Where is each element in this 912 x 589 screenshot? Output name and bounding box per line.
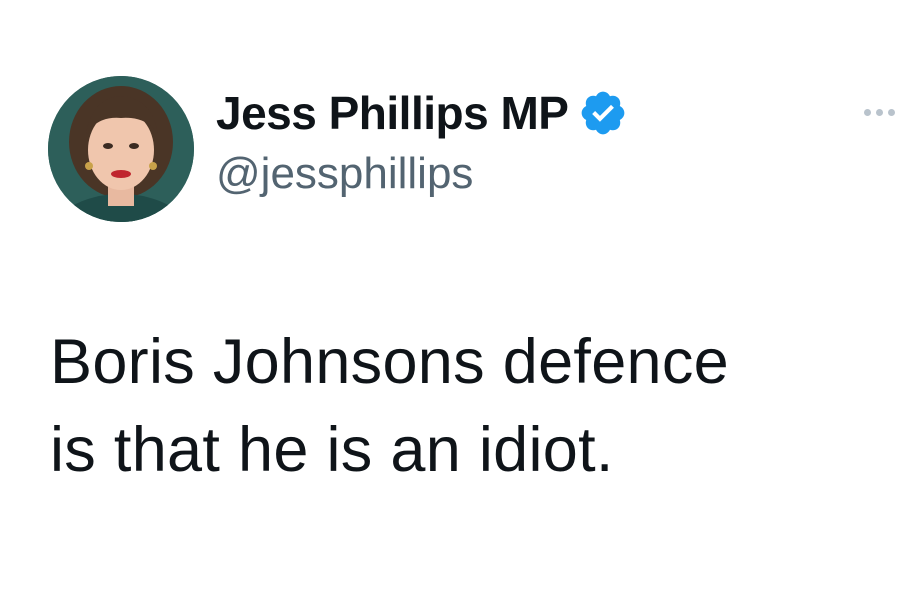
tweet-text-line-1: Boris Johnsons defence [50, 327, 730, 397]
verified-badge-icon [578, 88, 628, 138]
more-options-icon[interactable] [864, 102, 910, 122]
avatar[interactable] [48, 76, 194, 222]
tweet-text: Boris Johnsons defence is that he is an … [50, 318, 900, 494]
tweet-card[interactable]: Jess Phillips MP @jessphillips Boris Joh… [0, 0, 912, 589]
more-dot [876, 108, 883, 116]
display-name[interactable]: Jess Phillips MP [216, 82, 569, 144]
handle[interactable]: @jessphillips [216, 146, 628, 202]
tweet-text-line-2: is that he is an idiot. [50, 415, 614, 485]
more-dot [888, 108, 895, 116]
author-block[interactable]: Jess Phillips MP @jessphillips [216, 82, 628, 202]
profile-photo-icon [48, 76, 194, 222]
name-row: Jess Phillips MP [216, 82, 628, 144]
more-dot [864, 108, 871, 116]
